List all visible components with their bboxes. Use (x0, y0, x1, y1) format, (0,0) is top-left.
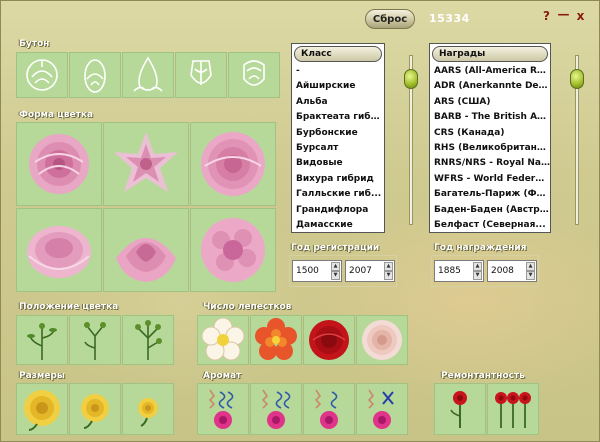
list-item[interactable]: Альба (292, 95, 384, 110)
position-cluster-icon[interactable] (122, 315, 174, 365)
size-medium-icon[interactable] (69, 383, 121, 435)
list-item[interactable]: Видовые (292, 156, 384, 171)
aroma-label: Аромат (203, 371, 242, 381)
list-item[interactable]: RHS (Великобритания) (430, 141, 550, 156)
app-window: Сброс 15334 ? — x Бутон Форма цветка Кла… (0, 0, 600, 442)
petals-full-icon[interactable] (356, 315, 408, 365)
list-item[interactable]: Айширские (292, 79, 384, 94)
remontancy-label: Ремонтантность (441, 371, 525, 381)
reg-year-from-value: 1500 (296, 266, 319, 276)
awards-list[interactable]: Награды AARS (All-America Ro... ADR (Ane… (429, 43, 551, 233)
spin-down-icon[interactable]: ▼ (473, 271, 482, 280)
petals-single-icon[interactable] (197, 315, 249, 365)
list-item[interactable]: Вихура гибрид (292, 172, 384, 187)
bud-pointed-icon[interactable] (122, 52, 174, 98)
awards-list-header: Награды (432, 46, 548, 62)
flower-position-label: Положение цветка (19, 302, 119, 312)
bud-round-icon[interactable] (16, 52, 68, 98)
size-large-icon[interactable] (16, 383, 68, 435)
list-item[interactable]: WFRS - World Federat... (430, 172, 550, 187)
shape-star-icon[interactable] (103, 122, 189, 206)
shape-globular-icon[interactable] (190, 122, 276, 206)
list-item[interactable]: AARS (All-America Ro... (430, 64, 550, 79)
size-small-icon[interactable] (122, 383, 174, 435)
shape-cupped-icon[interactable] (16, 208, 102, 292)
reset-button[interactable]: Сброс (365, 9, 415, 29)
minimize-icon[interactable]: — (557, 7, 570, 21)
award-year-to-value: 2008 (491, 266, 514, 276)
reg-year-to-value: 2007 (349, 266, 372, 276)
flower-shape-label: Форма цветка (19, 110, 93, 120)
list-item[interactable]: Белфаст (Северная... (430, 218, 550, 232)
list-item[interactable]: ADR (Anerkannte Deut... (430, 79, 550, 94)
class-list-header: Класс (294, 46, 382, 62)
spin-down-icon[interactable]: ▼ (331, 271, 340, 280)
spin-down-icon[interactable]: ▼ (384, 271, 393, 280)
awards-scroll-thumb[interactable] (570, 69, 584, 89)
shape-rosette-icon[interactable] (16, 122, 102, 206)
aroma-medium-icon[interactable] (250, 383, 302, 435)
remontancy-repeat-icon[interactable] (487, 383, 539, 435)
result-count: 15334 (429, 12, 470, 25)
list-item[interactable]: Грандифлора (292, 203, 384, 218)
aroma-weak-icon[interactable] (303, 383, 355, 435)
reg-year-to-spinner[interactable]: 2007 ▲ ▼ (345, 260, 395, 282)
bud-label: Бутон (19, 39, 50, 49)
list-item[interactable]: BARB - The British Ass... (430, 110, 550, 125)
shape-high-centered-icon[interactable] (103, 208, 189, 292)
list-item[interactable]: Бурбонские (292, 126, 384, 141)
list-item[interactable]: Дамасские (292, 218, 384, 232)
petal-count-label: Число лепестков (203, 302, 292, 312)
list-item[interactable]: Галльские гиб... (292, 187, 384, 202)
close-icon[interactable]: x (574, 9, 587, 23)
class-list[interactable]: Класс - Айширские Альба Брактеата гибрид… (291, 43, 385, 233)
spin-up-icon[interactable]: ▲ (526, 262, 535, 271)
list-item[interactable]: RNRS/NRS - Royal Nat... (430, 156, 550, 171)
list-item[interactable]: Брактеата гибрид (292, 110, 384, 125)
position-few-icon[interactable] (69, 315, 121, 365)
list-item[interactable]: Бурсалт (292, 141, 384, 156)
list-item[interactable]: - (292, 64, 384, 79)
list-item[interactable]: Багатель-Париж (Фр... (430, 187, 550, 202)
bud-ovoid-icon[interactable] (69, 52, 121, 98)
petals-semi-double-icon[interactable] (250, 315, 302, 365)
bud-cupped-icon[interactable] (228, 52, 280, 98)
award-year-label: Год награждения (434, 243, 527, 253)
size-label: Размеры (19, 371, 65, 381)
award-year-to-spinner[interactable]: 2008 ▲ ▼ (487, 260, 537, 282)
reg-year-label: Год регистрации (291, 243, 380, 253)
shape-pompon-icon[interactable] (190, 208, 276, 292)
spin-up-icon[interactable]: ▲ (384, 262, 393, 271)
remontancy-once-icon[interactable] (434, 383, 486, 435)
title-bar: Сброс 15334 ? — x (1, 1, 599, 31)
class-scroll-thumb[interactable] (404, 69, 418, 89)
bud-urn-icon[interactable] (175, 52, 227, 98)
position-single-icon[interactable] (16, 315, 68, 365)
spin-up-icon[interactable]: ▲ (331, 262, 340, 271)
award-year-from-value: 1885 (438, 266, 461, 276)
list-item[interactable]: Баден-Баден (Австрия) (430, 203, 550, 218)
list-item[interactable]: ARS (США) (430, 95, 550, 110)
petals-double-icon[interactable] (303, 315, 355, 365)
aroma-none-icon[interactable] (356, 383, 408, 435)
award-year-from-spinner[interactable]: 1885 ▲ ▼ (434, 260, 484, 282)
reg-year-from-spinner[interactable]: 1500 ▲ ▼ (292, 260, 342, 282)
spin-up-icon[interactable]: ▲ (473, 262, 482, 271)
help-icon[interactable]: ? (540, 9, 553, 23)
list-item[interactable]: CRS (Канада) (430, 126, 550, 141)
aroma-strong-icon[interactable] (197, 383, 249, 435)
spin-down-icon[interactable]: ▼ (526, 271, 535, 280)
